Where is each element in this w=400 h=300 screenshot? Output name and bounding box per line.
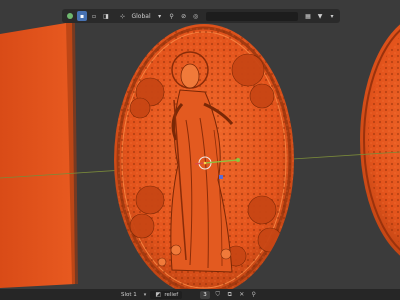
close-icon[interactable]: ✕	[238, 291, 246, 299]
slot-label[interactable]: Slot 1	[118, 292, 140, 298]
gizmo-z-handle[interactable]	[219, 175, 223, 179]
viewport-scene[interactable]	[0, 0, 400, 300]
user-count: 3	[200, 290, 210, 299]
overlay-icon[interactable]: ▦	[303, 11, 313, 21]
filter-icon[interactable]: ▼	[315, 11, 325, 21]
left-relief-plane[interactable]	[0, 22, 75, 288]
gizmo-center[interactable]	[203, 161, 207, 165]
chevron-down-icon[interactable]: ▾	[144, 292, 147, 298]
main-relief-oval[interactable]	[114, 24, 294, 296]
filter-chevron-icon[interactable]: ▾	[327, 11, 337, 21]
gizmo-y-handle[interactable]	[236, 158, 240, 162]
pivot-icon[interactable]: ⚲	[167, 11, 177, 21]
snap-icon[interactable]: ⊘	[179, 11, 189, 21]
chevron-down-icon[interactable]: ▾	[155, 11, 165, 21]
orientation-icon[interactable]: ⊹	[117, 11, 127, 21]
carved-figure	[118, 28, 294, 294]
orientation-label[interactable]: Global	[129, 13, 152, 20]
proportional-edit-icon[interactable]: ◎	[191, 11, 201, 21]
image-icon: ◩	[155, 291, 162, 298]
search-field[interactable]	[205, 11, 298, 21]
select-box-icon[interactable]: ▪	[77, 11, 87, 21]
image-selector[interactable]: ◩ relief	[150, 290, 183, 299]
image-name[interactable]: relief	[164, 292, 178, 298]
select-icon[interactable]: ▫	[89, 11, 99, 21]
image-slot-bar: Slot 1 ▾ ◩ relief 3 ⛉ ⧉ ✕ ⚲	[0, 289, 400, 300]
pin-icon[interactable]: ⚲	[250, 291, 258, 299]
fake-user-icon[interactable]: ⛉	[214, 291, 222, 299]
new-image-icon[interactable]: ⧉	[226, 291, 234, 299]
select-extend-icon[interactable]: ◨	[101, 11, 111, 21]
3d-viewport[interactable]: ▪ ▫ ◨ ⊹ Global ▾ ⚲ ⊘ ◎ ▦ ▼ ▾ Slot 1 ▾ ◩ …	[0, 0, 400, 300]
viewport-header: ▪ ▫ ◨ ⊹ Global ▾ ⚲ ⊘ ◎ ▦ ▼ ▾	[62, 9, 340, 23]
dot-green-icon[interactable]	[65, 11, 75, 21]
